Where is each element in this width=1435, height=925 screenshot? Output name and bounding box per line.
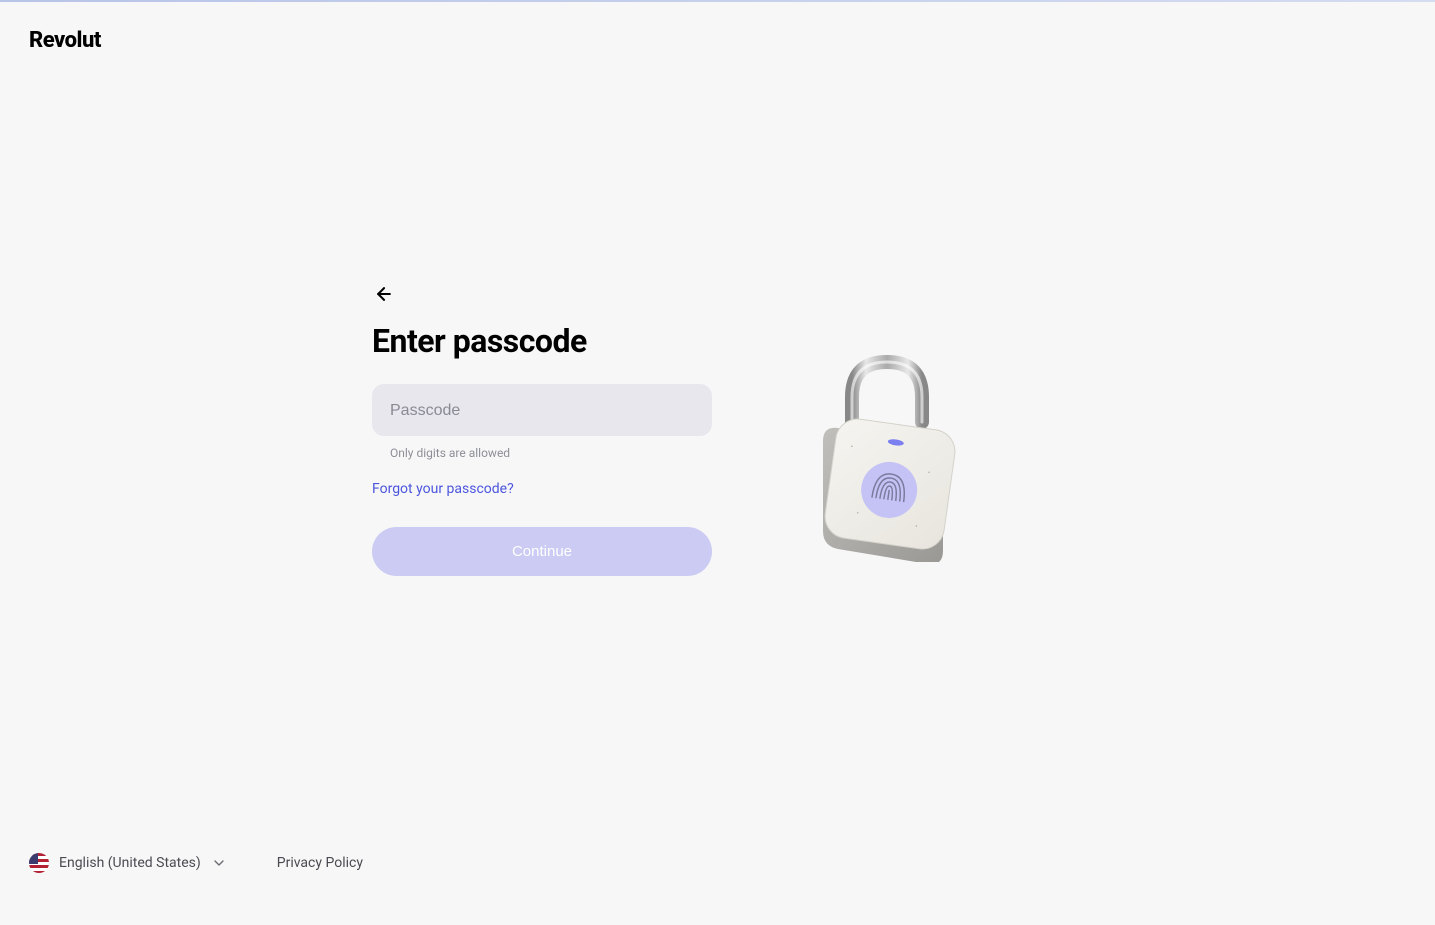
brand-logo: Revolut — [29, 28, 101, 53]
footer: English (United States) Privacy Policy — [29, 853, 363, 873]
language-selector[interactable]: English (United States) — [29, 853, 227, 873]
us-flag-icon — [29, 853, 49, 873]
back-button[interactable] — [372, 282, 396, 306]
input-hint: Only digits are allowed — [390, 446, 712, 460]
passcode-input[interactable] — [390, 402, 694, 420]
language-label: English (United States) — [59, 855, 201, 871]
privacy-policy-link[interactable]: Privacy Policy — [277, 855, 363, 871]
top-accent-border — [0, 0, 1435, 2]
forgot-passcode-link[interactable]: Forgot your passcode? — [372, 481, 514, 497]
arrow-left-icon — [374, 284, 394, 304]
fingerprint-lock-icon — [792, 342, 972, 562]
page-title: Enter passcode — [372, 322, 712, 360]
chevron-down-icon — [211, 855, 227, 871]
passcode-form: Enter passcode Only digits are allowed F… — [372, 282, 712, 576]
passcode-input-wrapper — [372, 384, 712, 436]
lock-illustration — [792, 342, 992, 542]
continue-button[interactable]: Continue — [372, 527, 712, 576]
main-content: Enter passcode Only digits are allowed F… — [372, 282, 1072, 576]
